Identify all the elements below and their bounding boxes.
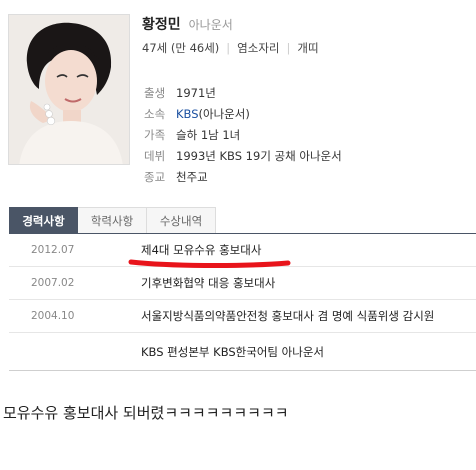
info-label: 소속 [144, 106, 166, 121]
info-label: 데뷔 [144, 148, 166, 163]
meta-divider: | [286, 41, 291, 55]
career-text: 기후변화협약 대응 홍보대사 [141, 276, 276, 290]
info-row-agency: 소속 KBS (아나운서) [144, 103, 342, 124]
info-row-religion: 종교 천주교 [144, 166, 342, 187]
profile-tabs: 경력사항 학력사항 수상내역 [9, 207, 216, 234]
info-label: 가족 [144, 127, 166, 142]
info-value: 슬하 1남 1녀 [176, 127, 241, 142]
profile-age: 47세 (만 46세) [142, 41, 220, 55]
info-label: 출생 [144, 85, 166, 100]
career-text: 서울지방식품의약품안전청 홍보대사 겸 명예 식품위생 감시원 [141, 309, 435, 323]
career-text: KBS 편성본부 KBS한국어팀 아나운서 [141, 344, 324, 359]
tab-education[interactable]: 학력사항 [78, 207, 147, 234]
profile-meta: 47세 (만 46세) | 염소자리 | 개띠 [142, 40, 319, 56]
agency-link[interactable]: KBS [176, 107, 199, 121]
profile-job: 아나운서 [188, 18, 233, 32]
profile-photo[interactable] [8, 14, 130, 165]
profile-header: 황정민 아나운서 [142, 14, 233, 34]
profile-animal[interactable]: 개띠 [297, 40, 318, 56]
tab-awards[interactable]: 수상내역 [147, 207, 216, 234]
career-row: 2004.10 서울지방식품의약품안전청 홍보대사 겸 명예 식품위생 감시원 [9, 300, 476, 333]
career-date: 2004.10 [31, 310, 75, 322]
info-value: 1971년 [176, 85, 216, 100]
info-value-suffix: (아나운서) [198, 106, 250, 121]
profile-name: 황정민 [142, 17, 181, 33]
info-row-family: 가족 슬하 1남 1녀 [144, 124, 342, 145]
profile-zodiac[interactable]: 염소자리 [237, 40, 279, 56]
info-row-debut: 데뷔 1993년 KBS 19기 공채 아나운서 [144, 145, 342, 166]
career-date: 2012.07 [31, 244, 75, 256]
meta-divider: | [226, 41, 231, 55]
career-row: 2007.02 기후변화협약 대응 홍보대사 [9, 267, 476, 300]
info-value: 천주교 [176, 169, 208, 184]
info-label: 종교 [144, 169, 166, 184]
profile-info-list: 출생 1971년 소속 KBS (아나운서) 가족 슬하 1남 1녀 데뷔 19… [144, 82, 342, 187]
red-underline-mark [128, 259, 291, 269]
career-date: 2007.02 [31, 277, 75, 289]
career-row: KBS 편성본부 KBS한국어팀 아나운서 [9, 333, 476, 371]
info-row-birth: 출생 1971년 [144, 82, 342, 103]
post-caption: 모유수유 홍보대사 되버렸ㅋㅋㅋㅋㅋㅋㅋㅋㅋ [3, 404, 289, 422]
info-value: 1993년 KBS 19기 공채 아나운서 [176, 148, 342, 163]
tab-career[interactable]: 경력사항 [9, 207, 78, 234]
